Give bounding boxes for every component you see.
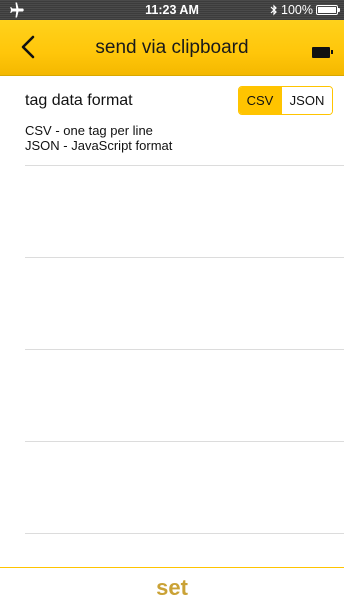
bluetooth-icon: [270, 4, 277, 16]
segment-json[interactable]: JSON: [281, 87, 332, 114]
row-separator: [25, 257, 344, 258]
description-json: JSON - JavaScript format: [25, 138, 173, 153]
row-separator: [25, 349, 344, 350]
status-right: 100%: [270, 3, 340, 17]
row-separator: [25, 165, 344, 166]
row-separator: [25, 533, 344, 534]
status-bar: 11:23 AM 100%: [0, 0, 344, 20]
nav-bar: send via clipboard: [0, 20, 344, 76]
tag-data-format-label: tag data format: [25, 92, 133, 109]
battery-icon: [312, 47, 333, 58]
format-segmented-control[interactable]: CSV JSON: [238, 86, 333, 115]
set-button[interactable]: set: [0, 568, 344, 608]
battery-percent: 100%: [281, 3, 313, 17]
segment-csv[interactable]: CSV: [239, 87, 281, 114]
row-separator: [25, 441, 344, 442]
battery-icon: [316, 5, 340, 15]
description-csv: CSV - one tag per line: [25, 123, 153, 138]
page-title: send via clipboard: [95, 37, 249, 58]
